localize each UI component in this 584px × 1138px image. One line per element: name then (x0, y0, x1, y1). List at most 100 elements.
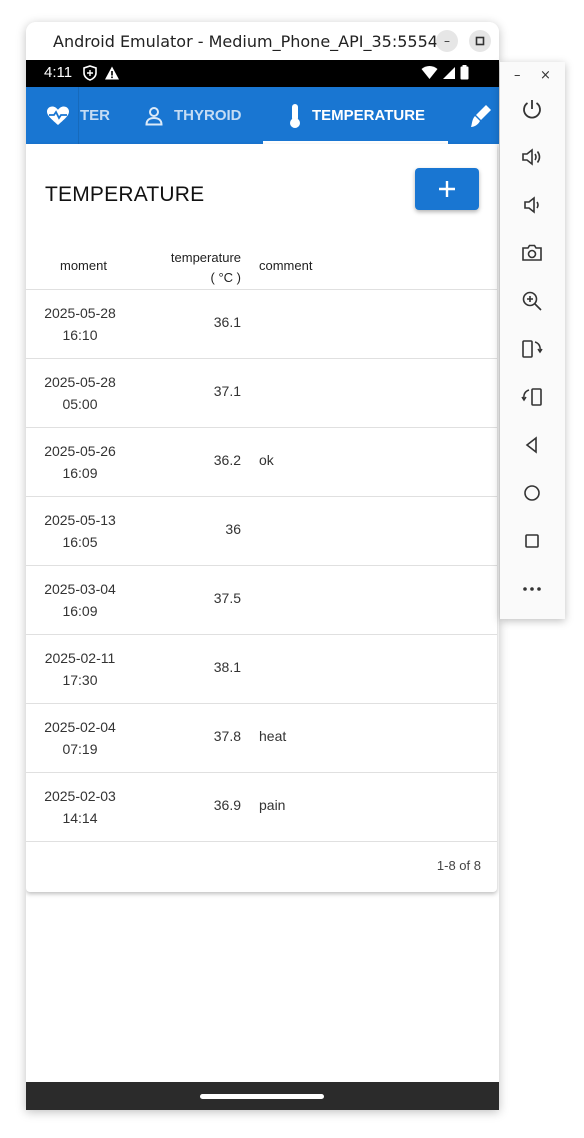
overview-icon (525, 534, 539, 548)
cell-temperature: 36.9 (213, 797, 241, 813)
home-icon (524, 485, 540, 501)
cell-moment: 2025-05-28 16:10 (40, 302, 120, 346)
page-title: TEMPERATURE (45, 183, 205, 206)
rotate-left-icon (522, 340, 543, 358)
cell-moment: 2025-03-04 16:09 (40, 578, 120, 622)
overview-button[interactable] (519, 528, 545, 554)
gesture-handle[interactable] (200, 1094, 324, 1099)
cell-comment: heat (259, 728, 287, 744)
zoom-icon (522, 291, 542, 311)
column-header-temperature-unit: ( °C ) (210, 270, 241, 285)
cell-moment-date: 2025-02-03 (44, 788, 116, 804)
cell-temperature: 37.1 (213, 383, 241, 399)
cell-temperature: 37.8 (213, 728, 241, 744)
zoom-button[interactable] (519, 288, 545, 314)
emulator-side-toolbar: – × (500, 62, 565, 619)
table-header: moment temperature ( °C ) comment (26, 238, 497, 290)
cell-moment: 2025-02-03 14:14 (40, 785, 120, 829)
home-button[interactable] (519, 480, 545, 506)
wifi-icon (421, 66, 438, 79)
brush-icon (471, 104, 491, 127)
cell-moment-time: 16:10 (62, 327, 98, 343)
cell-moment-date: 2025-05-28 (44, 305, 116, 321)
cell-temperature: 38.1 (213, 659, 241, 675)
battery-icon (460, 65, 469, 80)
cell-moment: 2025-05-28 05:00 (40, 371, 120, 415)
window-titlebar[interactable]: Android Emulator - Medium_Phone_API_35:5… (26, 22, 499, 60)
plus-icon (439, 181, 455, 197)
cell-signal-icon (443, 66, 455, 79)
volume-up-icon (522, 148, 541, 166)
screenshot-button[interactable] (519, 240, 545, 266)
rotate-right-button[interactable] (519, 384, 545, 410)
tab-thyroid[interactable]: THYROID (144, 87, 242, 144)
maximize-icon (475, 36, 485, 46)
window-maximize-button[interactable] (469, 30, 491, 52)
table-row[interactable]: 2025-03-04 16:09 37.5 (26, 566, 497, 635)
cell-moment-time: 16:09 (62, 603, 98, 619)
cell-temperature: 37.5 (213, 590, 241, 606)
cell-moment-date: 2025-03-04 (44, 581, 116, 597)
table-row[interactable]: 2025-02-04 07:19 37.8 heat (26, 704, 497, 773)
cell-temperature: 36 (225, 521, 241, 537)
column-header-comment[interactable]: comment (259, 258, 312, 273)
power-button[interactable] (519, 96, 545, 122)
back-icon (525, 436, 537, 454)
temperature-card: TEMPERATURE moment temperature ( °C ) co… (26, 144, 497, 892)
vpn-shield-icon (83, 65, 97, 81)
heart-pulse-icon (47, 106, 69, 125)
cell-moment-time: 14:14 (62, 810, 98, 826)
cell-moment-time: 17:30 (62, 672, 98, 688)
table-row[interactable]: 2025-05-28 16:10 36.1 (26, 290, 497, 359)
table-row[interactable]: 2025-02-03 14:14 36.9 pain (26, 773, 497, 842)
tab-label: TEMPERATURE (312, 107, 426, 124)
rotate-right-icon (521, 388, 542, 406)
add-button[interactable] (415, 168, 479, 210)
table-row[interactable]: 2025-02-11 17:30 38.1 (26, 635, 497, 704)
tab-temperature[interactable]: TEMPERATURE (288, 87, 425, 144)
column-header-moment[interactable]: moment (60, 258, 107, 273)
warning-icon (105, 66, 119, 80)
cell-moment-time: 07:19 (62, 741, 98, 757)
back-button[interactable] (519, 432, 545, 458)
toolbar-close-button[interactable]: × (540, 68, 551, 83)
volume-down-button[interactable] (519, 192, 545, 218)
volume-down-icon (524, 196, 539, 214)
column-header-temperature-label: temperature (170, 250, 241, 265)
tab-more[interactable] (470, 87, 499, 144)
cell-moment: 2025-05-13 16:05 (40, 509, 120, 553)
cell-moment-date: 2025-02-11 (44, 650, 116, 666)
cell-moment-date: 2025-05-28 (44, 374, 116, 390)
rotate-left-button[interactable] (519, 336, 545, 362)
status-time: 4:11 (44, 64, 73, 81)
table-row[interactable]: 2025-05-28 05:00 37.1 (26, 359, 497, 428)
tab-bar: TER THYROID TEMPERATURE (26, 87, 499, 144)
cell-moment-date: 2025-05-26 (44, 443, 116, 459)
toolbar-minimize-button[interactable]: – (514, 68, 521, 83)
cell-comment: ok (259, 452, 274, 468)
cell-moment: 2025-02-04 07:19 (40, 716, 120, 760)
status-bar: 4:11 (26, 60, 499, 87)
cell-moment-time: 16:05 (62, 534, 98, 550)
cell-temperature: 36.2 (213, 452, 241, 468)
pagination-info: 1-8 of 8 (436, 858, 481, 873)
volume-up-button[interactable] (519, 144, 545, 170)
tab-label: TER (80, 107, 110, 124)
more-button[interactable] (519, 576, 545, 602)
screen: Android Emulator - Medium_Phone_API_35:5… (0, 0, 584, 1138)
cell-comment: pain (259, 797, 286, 813)
camera-icon (522, 244, 542, 261)
cell-temperature: 36.1 (213, 314, 241, 330)
cell-moment-date: 2025-05-13 (44, 512, 116, 528)
power-icon (523, 100, 541, 119)
cell-moment-date: 2025-02-04 (44, 719, 116, 735)
cell-moment-time: 16:09 (62, 465, 98, 481)
cell-moment: 2025-02-11 17:30 (40, 647, 120, 691)
window-minimize-button[interactable]: – (436, 30, 458, 52)
emulator-window: Android Emulator - Medium_Phone_API_35:5… (26, 22, 499, 1110)
window-title: Android Emulator - Medium_Phone_API_35:5… (53, 32, 438, 51)
table-row[interactable]: 2025-05-26 16:09 36.2 ok (26, 428, 497, 497)
table-row[interactable]: 2025-05-13 16:05 36 (26, 497, 497, 566)
tab-divider (78, 87, 79, 144)
column-header-temperature[interactable]: temperature ( °C ) (156, 248, 241, 288)
